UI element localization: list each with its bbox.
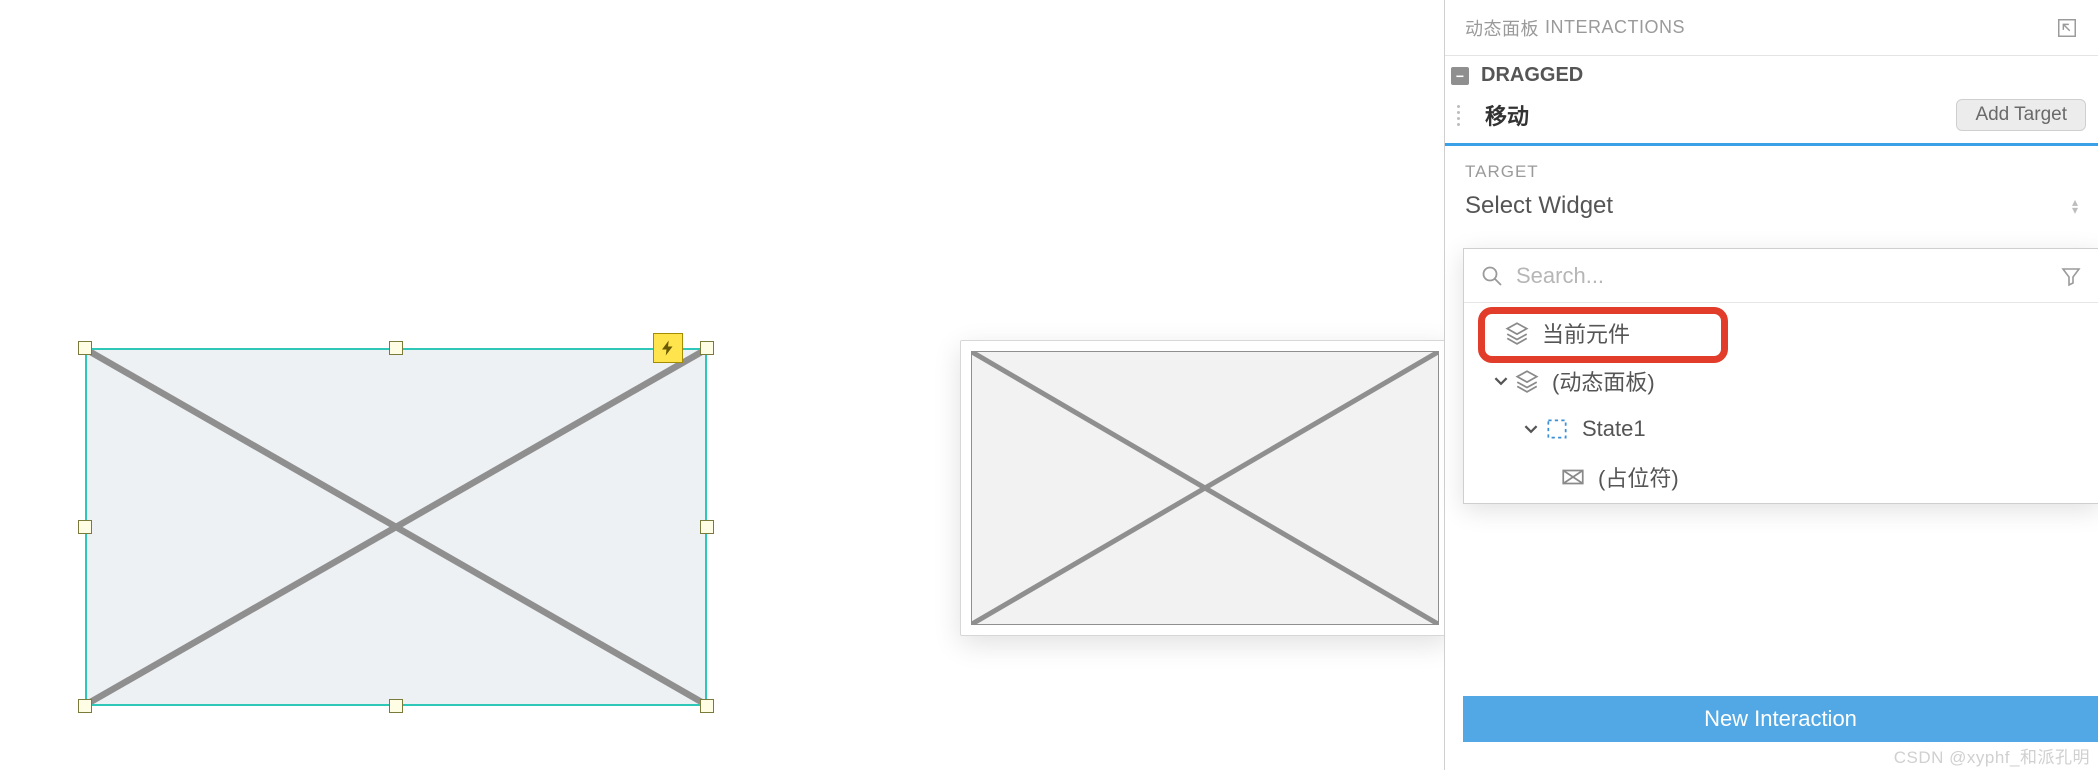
interaction-badge-icon[interactable] xyxy=(653,333,683,363)
search-row xyxy=(1464,249,2098,303)
selected-dynamic-panel[interactable] xyxy=(85,348,707,706)
tree-item-label: (动态面板) xyxy=(1552,365,1655,397)
stepper-icon[interactable]: ▴▾ xyxy=(2072,198,2078,214)
target-section-label: TARGET xyxy=(1445,146,2098,192)
tree-item-this-widget[interactable]: 当前元件 xyxy=(1464,309,2098,357)
widget-preview-popup xyxy=(960,340,1450,636)
resize-handle-w[interactable] xyxy=(78,520,92,534)
panel-title-prefix: 动态面板 xyxy=(1465,15,1539,41)
search-icon xyxy=(1480,264,1504,288)
resize-handle-sw[interactable] xyxy=(78,699,92,713)
resize-handle-ne[interactable] xyxy=(700,341,714,355)
select-widget-label: Select Widget xyxy=(1465,192,1613,220)
tree-item-placeholder[interactable]: (占位符) xyxy=(1464,453,2098,501)
panel-title: INTERACTIONS xyxy=(1545,17,1685,38)
resize-handle-e[interactable] xyxy=(700,520,714,534)
expand-panel-icon[interactable] xyxy=(2056,17,2078,39)
state-icon xyxy=(1544,416,1570,442)
action-name: 移动 xyxy=(1485,99,1529,131)
select-widget-dropdown[interactable]: Select Widget ▴▾ xyxy=(1445,192,2098,232)
new-interaction-button[interactable]: New Interaction xyxy=(1463,696,2098,742)
event-row-dragged[interactable]: − DRAGGED xyxy=(1445,56,2098,95)
tree-item-label: 当前元件 xyxy=(1542,317,1630,349)
tree-item-label: State1 xyxy=(1582,416,1646,442)
tree-item-label: (占位符) xyxy=(1598,461,1679,493)
widget-chooser-dropdown: 当前元件 (动态面板) State1 (占位符) xyxy=(1463,248,2098,504)
collapse-toggle-icon[interactable]: − xyxy=(1451,67,1469,85)
caret-down-icon[interactable] xyxy=(1524,422,1538,436)
placeholder-icon xyxy=(1560,464,1586,490)
filter-icon[interactable] xyxy=(2059,264,2083,288)
resize-handle-s[interactable] xyxy=(389,699,403,713)
interactions-panel: 动态面板 INTERACTIONS − DRAGGED 移动 Add Targe… xyxy=(1444,0,2098,770)
resize-handle-nw[interactable] xyxy=(78,341,92,355)
layers-icon xyxy=(1514,368,1540,394)
watermark-text: CSDN @xyphf_和派孔明 xyxy=(1894,743,2090,768)
event-name: DRAGGED xyxy=(1481,64,1583,87)
resize-handle-n[interactable] xyxy=(389,341,403,355)
action-row-move[interactable]: 移动 Add Target xyxy=(1445,95,2098,146)
widget-tree: 当前元件 (动态面板) State1 (占位符) xyxy=(1464,303,2098,503)
panel-header: 动态面板 INTERACTIONS xyxy=(1445,0,2098,56)
canvas-area[interactable] xyxy=(0,0,1068,770)
resize-handle-se[interactable] xyxy=(700,699,714,713)
placeholder-widget xyxy=(971,351,1439,625)
tree-item-state1[interactable]: State1 xyxy=(1464,405,2098,453)
tree-item-dynamic-panel[interactable]: (动态面板) xyxy=(1464,357,2098,405)
add-target-button[interactable]: Add Target xyxy=(1956,99,2086,131)
layers-icon xyxy=(1504,320,1530,346)
search-input[interactable] xyxy=(1516,263,2047,289)
drag-handle-icon[interactable] xyxy=(1457,105,1475,126)
caret-down-icon[interactable] xyxy=(1494,374,1508,388)
